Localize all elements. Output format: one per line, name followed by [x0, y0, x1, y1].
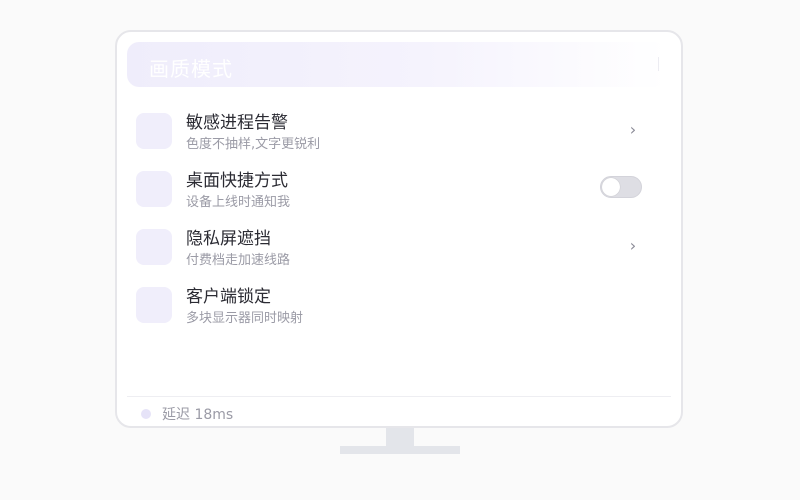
monitor-stand-base [340, 446, 460, 454]
row-title: 桌面快捷方式 [186, 171, 288, 191]
monitor-stand-neck [386, 428, 414, 446]
latency-readout: 延迟 18ms [162, 407, 234, 423]
row-subtitle: 设备上线时通知我 [186, 195, 291, 210]
toggle-knob [602, 178, 620, 196]
alert-icon [136, 113, 172, 149]
status-dot-icon [141, 409, 151, 419]
header-bar: 画质模式 [127, 42, 667, 87]
header-title: 画质模式 [149, 57, 233, 81]
settings-row-process-alert[interactable]: 敏感进程告警 色度不抽样,文字更锐利 › [117, 112, 681, 170]
settings-list: 敏感进程告警 色度不抽样,文字更锐利 › 桌面快捷方式 设备上线时通知我 隐私屏… [117, 112, 681, 344]
status-bar: 延迟 18ms [141, 404, 233, 424]
row-subtitle: 色度不抽样,文字更锐利 [186, 137, 321, 152]
row-title: 隐私屏遮挡 [186, 229, 271, 249]
settings-row-privacy-screen[interactable]: 隐私屏遮挡 付费档走加速线路 › [117, 228, 681, 286]
settings-row-desktop-shortcut: 桌面快捷方式 设备上线时通知我 [117, 170, 681, 228]
chevron-right-icon[interactable]: › [625, 236, 641, 256]
lock-icon [136, 287, 172, 323]
shortcut-icon [136, 171, 172, 207]
monitor-frame: 画质模式 敏感进程告警 色度不抽样,文字更锐利 › 桌面快捷方式 设备上线时通知… [115, 30, 683, 428]
chevron-right-icon[interactable]: › [625, 120, 641, 140]
desktop-shortcut-toggle[interactable] [600, 176, 642, 198]
row-subtitle: 付费档走加速线路 [186, 253, 291, 268]
row-subtitle: 多块显示器同时映射 [186, 311, 304, 326]
privacy-icon [136, 229, 172, 265]
row-title: 客户端锁定 [186, 287, 271, 307]
footer-divider [127, 396, 671, 397]
settings-row-client-lock[interactable]: 客户端锁定 多块显示器同时映射 [117, 286, 681, 344]
row-title: 敏感进程告警 [186, 113, 288, 133]
header-divider [658, 57, 659, 71]
screen: 画质模式 敏感进程告警 色度不抽样,文字更锐利 › 桌面快捷方式 设备上线时通知… [0, 0, 800, 500]
